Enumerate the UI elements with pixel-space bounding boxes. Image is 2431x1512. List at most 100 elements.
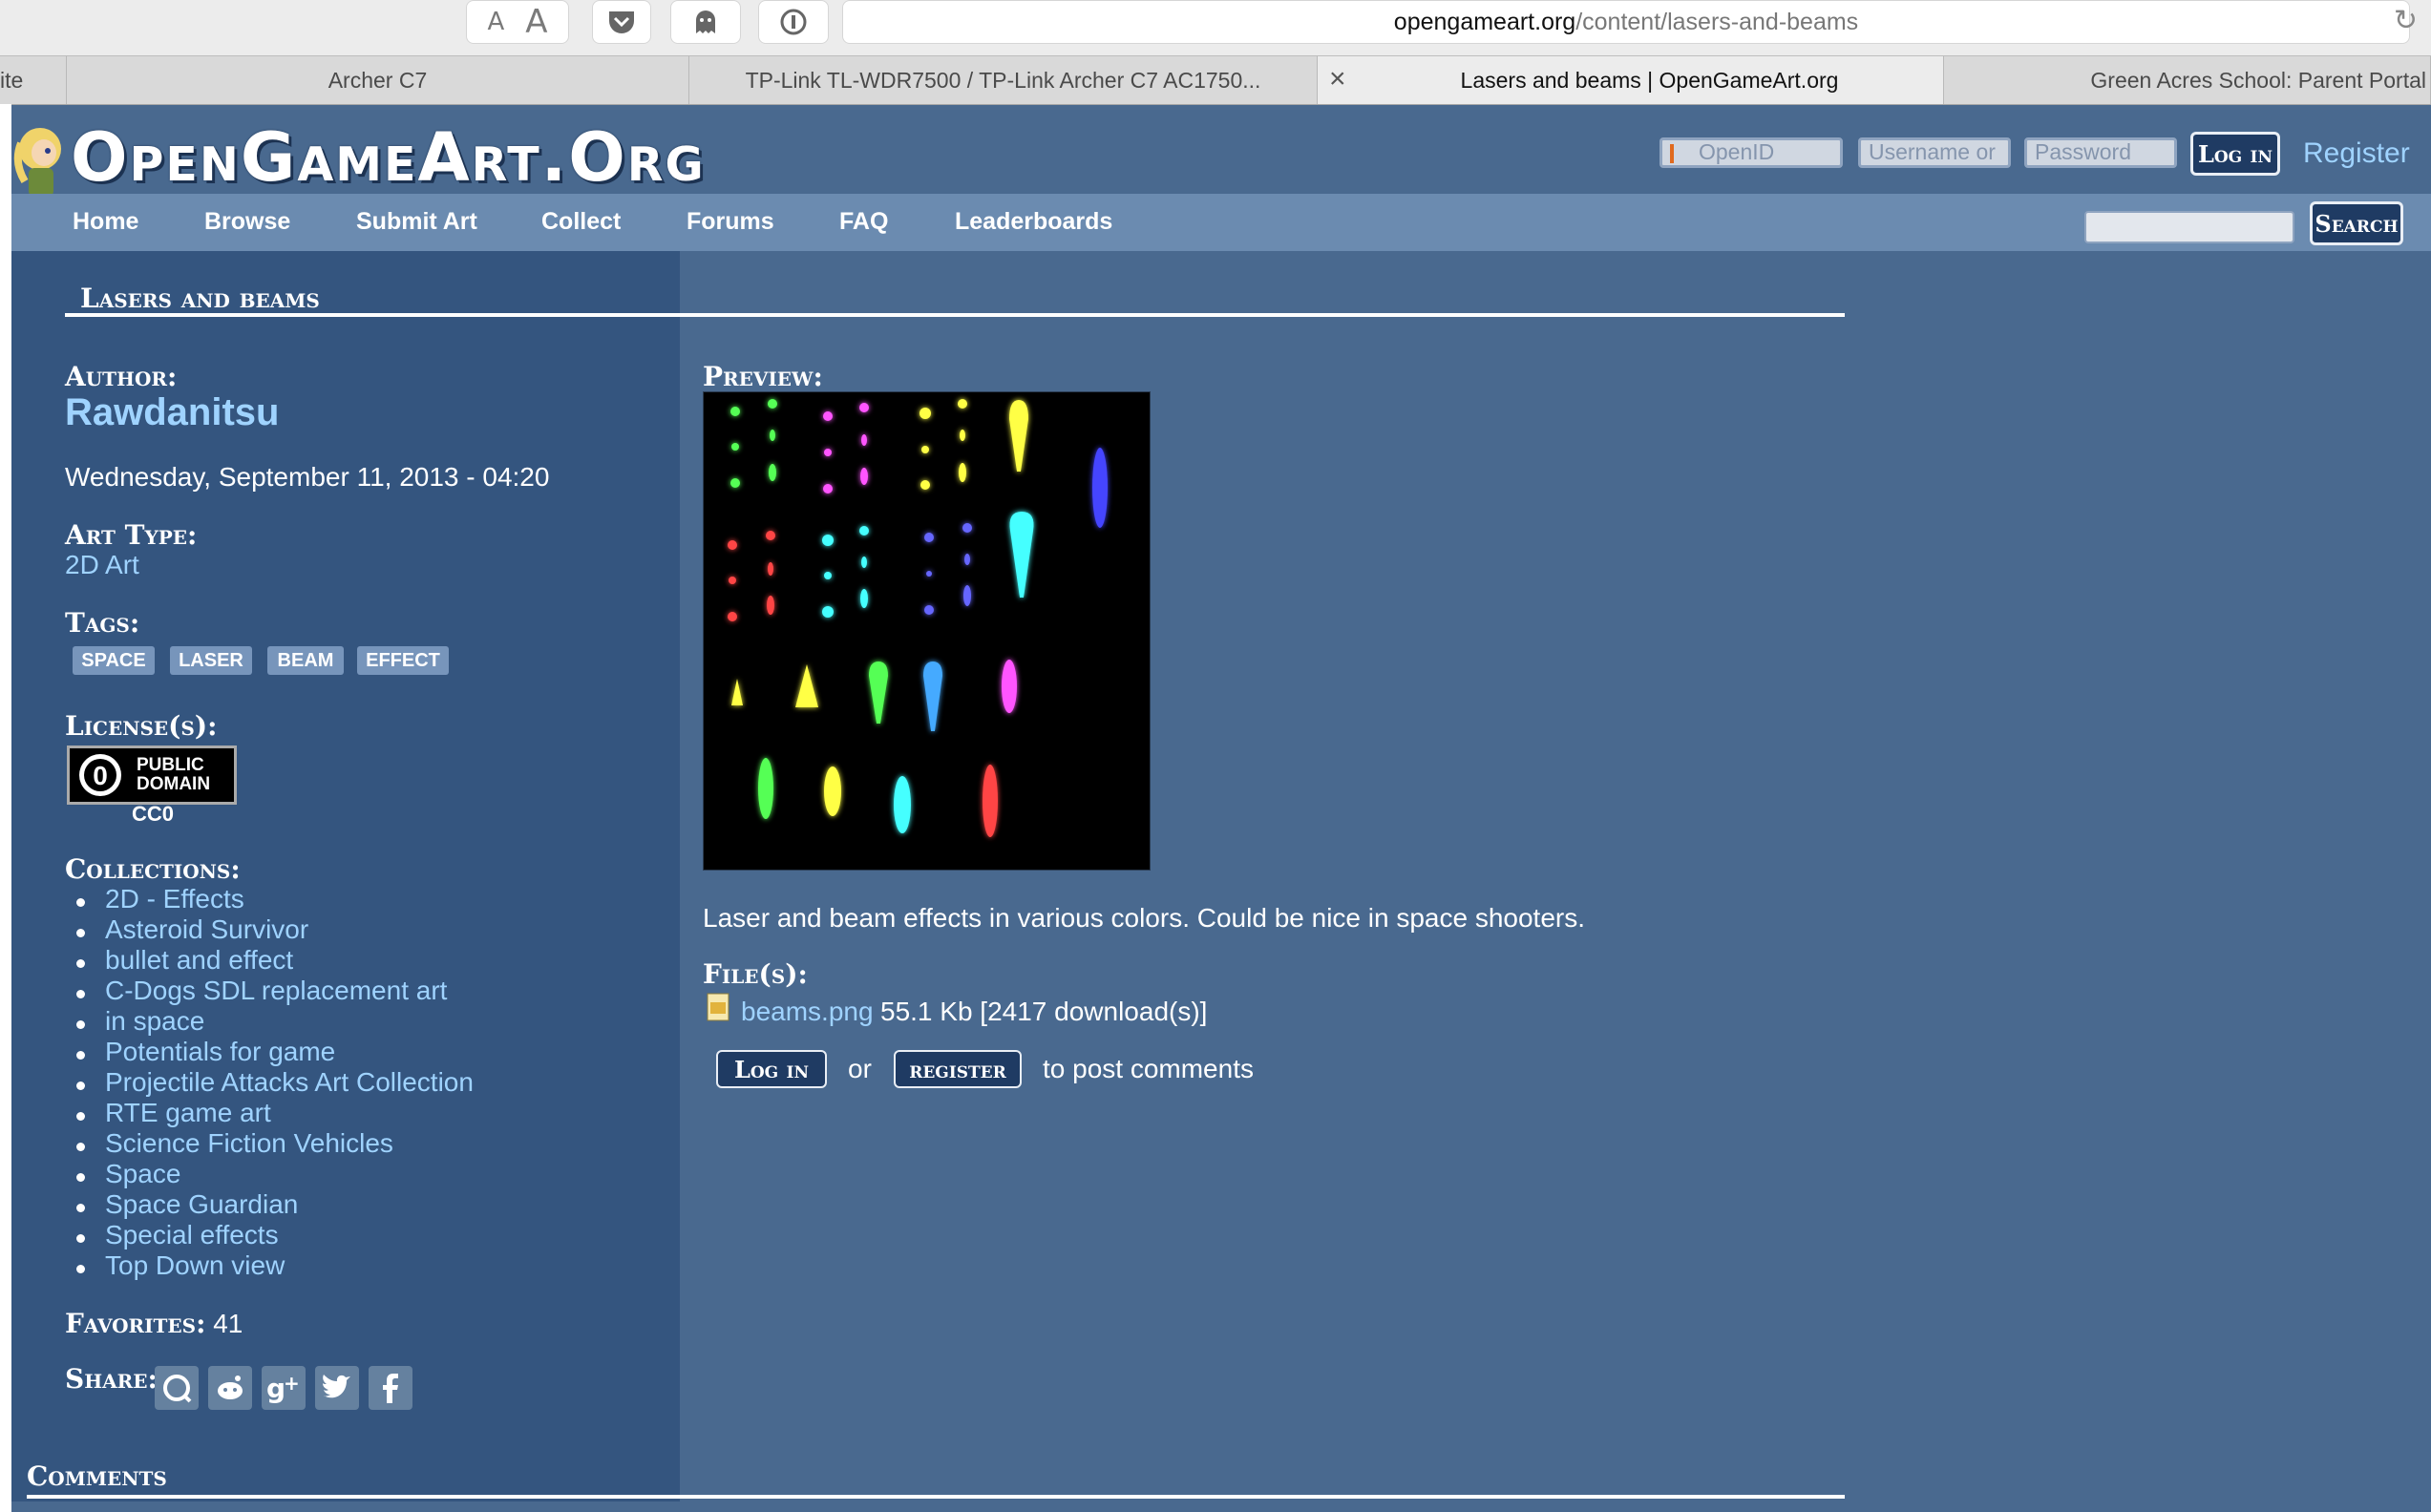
tag-laser[interactable]: LASER: [170, 646, 252, 675]
tab-tplink[interactable]: TP-Link TL-WDR7500 / TP-Link Archer C7 A…: [689, 56, 1318, 104]
tab-label: Lasers and beams | OpenGameArt.org: [1460, 67, 1839, 93]
password-placeholder: Password: [2035, 139, 2131, 164]
comment-login-button[interactable]: Log in: [716, 1050, 827, 1088]
laser-sprites: [728, 399, 1108, 837]
collections-list: 2D - Effects Asteroid Survivor bullet an…: [76, 882, 474, 1280]
nav-collect[interactable]: Collect: [541, 208, 621, 236]
files-label: File(s):: [703, 958, 808, 990]
art-description: Laser and beam effects in various colors…: [703, 903, 1585, 933]
tag-beam[interactable]: BEAM: [267, 646, 344, 675]
nav-browse[interactable]: Browse: [204, 208, 290, 236]
text-larger-button[interactable]: A: [525, 3, 547, 41]
cc0-badge[interactable]: 0 PUBLIC DOMAIN: [67, 746, 237, 805]
collection-link[interactable]: RTE game art: [76, 1096, 474, 1127]
pocket-button[interactable]: [592, 0, 651, 44]
tab-label: ite: [0, 67, 24, 93]
username-placeholder: Username or: [1869, 139, 1996, 164]
svg-text:0: 0: [93, 761, 108, 790]
pocket-icon: [609, 11, 634, 33]
tab-partial[interactable]: ite: [0, 56, 67, 104]
art-type-link[interactable]: 2D Art: [65, 550, 139, 580]
openid-placeholder: OpenID: [1699, 139, 1775, 164]
collection-link[interactable]: Science Fiction Vehicles: [76, 1126, 474, 1158]
google-plus-icon[interactable]: g +: [262, 1366, 306, 1410]
address-bar[interactable]: opengameart.org/content/lasers-and-beams: [842, 0, 2410, 44]
tab-close-icon[interactable]: ×: [1329, 63, 1346, 95]
nav-faq[interactable]: FAQ: [839, 208, 888, 236]
post-comments-text: to post comments: [1043, 1054, 1254, 1083]
tags-label: Tags:: [65, 607, 140, 639]
site-logo[interactable]: OpenGameArt.Org: [71, 118, 706, 197]
page-left-margin: [0, 104, 11, 1512]
author-link[interactable]: Rawdanitsu: [65, 391, 279, 434]
tab-archer-c7[interactable]: Archer C7: [67, 56, 689, 104]
image-file-icon: [707, 993, 729, 1026]
header-login-button[interactable]: Log in: [2190, 132, 2280, 176]
share-label: Share:: [65, 1363, 158, 1395]
collection-link[interactable]: Top Down view: [76, 1249, 474, 1280]
collection-link[interactable]: Space: [76, 1157, 474, 1188]
tab-green-acres[interactable]: Green Acres School: Parent Portal: [1944, 56, 2431, 104]
art-type-label: Art Type:: [65, 519, 198, 551]
ghostery-button[interactable]: [670, 0, 741, 44]
info-icon: [780, 9, 807, 35]
facebook-icon[interactable]: [369, 1366, 412, 1410]
favorites-count: 41: [213, 1309, 243, 1338]
tab-lasers-and-beams[interactable]: Lasers and beams | OpenGameArt.org: [1318, 56, 1944, 104]
file-link[interactable]: beams.png: [741, 997, 874, 1027]
collection-link[interactable]: in space: [76, 1004, 474, 1036]
tag-space[interactable]: SPACE: [73, 646, 155, 675]
post-date: Wednesday, September 11, 2013 - 04:20: [65, 462, 550, 492]
favorites: Favorites: 41: [65, 1308, 243, 1339]
tab-label: TP-Link TL-WDR7500 / TP-Link Archer C7 A…: [745, 67, 1261, 93]
reader-text-size-group: A A: [466, 0, 569, 44]
ghost-icon: [696, 10, 715, 33]
comments-divider: [27, 1495, 1845, 1499]
file-info: 55.1 Kb [2417 download(s)]: [880, 997, 1208, 1026]
title-divider: [65, 313, 1845, 317]
openid-icon: [1670, 143, 1674, 163]
collection-link[interactable]: C-Dogs SDL replacement art: [76, 974, 474, 1005]
collection-link[interactable]: Special effects: [76, 1218, 474, 1250]
text-smaller-button[interactable]: A: [487, 8, 504, 36]
nav-forums[interactable]: Forums: [687, 208, 774, 236]
page-title: Lasers and beams: [80, 283, 320, 314]
search-button[interactable]: Search: [2310, 201, 2403, 245]
stumbleupon-icon[interactable]: [155, 1366, 199, 1410]
collection-link[interactable]: Projectile Attacks Art Collection: [76, 1065, 474, 1097]
collection-link[interactable]: Asteroid Survivor: [76, 913, 474, 944]
tag-effect[interactable]: EFFECT: [357, 646, 449, 675]
comments-heading: Comments: [27, 1460, 167, 1492]
svg-text:+: +: [284, 1372, 300, 1395]
collection-link[interactable]: Space Guardian: [76, 1187, 474, 1219]
collections-label: Collections:: [65, 853, 241, 885]
onepassword-button[interactable]: [758, 0, 829, 44]
collection-link[interactable]: Potentials for game: [76, 1035, 474, 1066]
reddit-icon[interactable]: [208, 1366, 252, 1410]
nav-home[interactable]: Home: [73, 208, 138, 236]
nav-submit-art[interactable]: Submit Art: [356, 208, 477, 236]
license-label: License(s):: [65, 710, 218, 742]
collection-link[interactable]: 2D - Effects: [76, 882, 474, 914]
tab-label: Green Acres School: Parent Portal: [2090, 67, 2426, 93]
preview-label: Preview:: [703, 361, 823, 392]
public-domain-icon: 0: [79, 754, 121, 796]
favorites-label: Favorites:: [65, 1308, 206, 1339]
username-field[interactable]: Username or: [1858, 137, 2011, 168]
twitter-icon[interactable]: [315, 1366, 359, 1410]
collection-link[interactable]: bullet and effect: [76, 943, 474, 975]
tab-label: Archer C7: [328, 67, 428, 93]
author-label: Author:: [65, 361, 178, 392]
comment-register-button[interactable]: register: [894, 1050, 1022, 1088]
reload-icon[interactable]: ↻: [2394, 4, 2418, 37]
preview-image[interactable]: [703, 391, 1151, 871]
url-host: opengameart.org: [1393, 8, 1576, 35]
openid-field[interactable]: OpenID: [1659, 137, 1843, 168]
badge-line-1: PUBLIC: [137, 755, 204, 775]
header-register-link[interactable]: Register: [2303, 137, 2410, 170]
or-text: or: [848, 1054, 872, 1083]
badge-line-2: DOMAIN: [137, 774, 211, 794]
password-field[interactable]: Password: [2024, 137, 2177, 168]
nav-leaderboards[interactable]: Leaderboards: [955, 208, 1112, 236]
search-input[interactable]: [2084, 211, 2294, 243]
